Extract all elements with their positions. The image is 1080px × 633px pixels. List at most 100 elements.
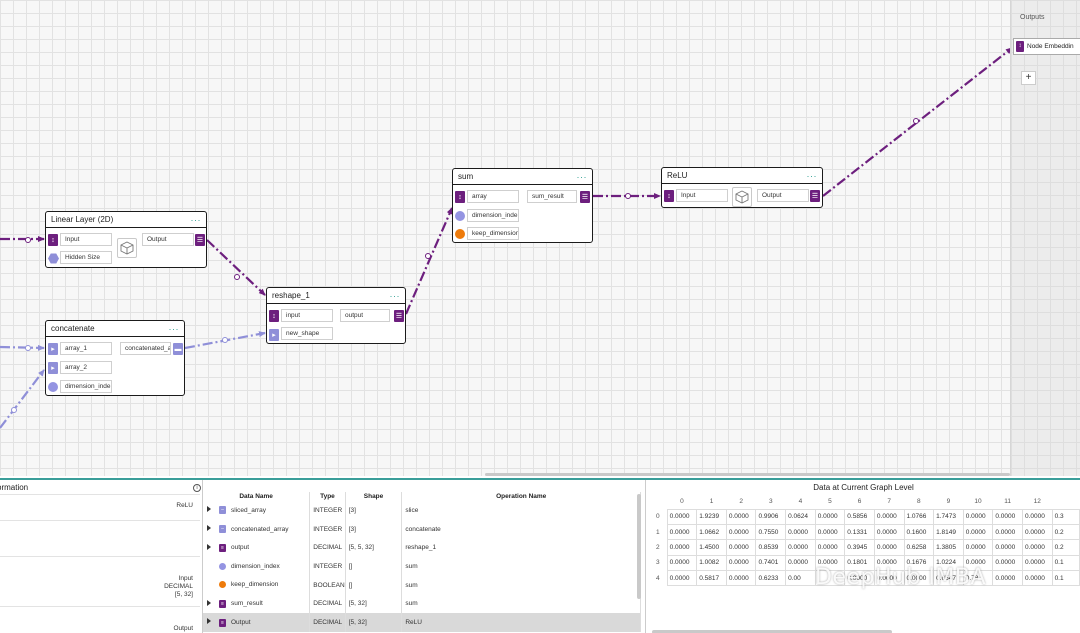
port-dimension-index[interactable]: dimension_inde [467,209,519,222]
column-header[interactable]: 11 [993,495,1023,509]
data-cell[interactable]: 0.0000 [873,539,905,556]
data-cell[interactable]: 0.0000 [666,508,698,525]
data-cell[interactable]: 0.0000 [814,523,846,541]
data-cell[interactable]: 0.0000 [992,508,1023,525]
data-cell[interactable]: 0.7550 [755,523,787,541]
port-array[interactable]: array [467,190,519,203]
data-cell[interactable]: 0.0624 [785,508,816,525]
column-header-operation[interactable]: Operation Name [401,492,641,501]
output-port-icon[interactable]: ☰ [580,191,590,203]
data-cell[interactable]: 0.0000 [814,539,846,556]
data-cell[interactable]: 0.0000 [725,539,757,556]
data-cell[interactable]: 0.0000 [1021,523,1053,541]
circle-port-icon[interactable] [455,211,465,221]
data-cell[interactable]: 0.0000 [873,508,905,525]
data-cell[interactable]: 0.0000 [725,523,757,541]
node-menu-icon[interactable]: ··· [807,171,818,180]
port-sum-result[interactable]: sum_result [527,190,577,203]
data-cell[interactable]: 0.0000 [992,523,1023,541]
add-output-button[interactable]: + [1021,71,1036,85]
data-cell[interactable]: 0.0000 [992,570,1023,587]
data-cell[interactable]: 0.2 [1051,523,1080,541]
column-header[interactable]: 10 [963,495,993,509]
port-input[interactable]: input [281,309,333,322]
node-menu-icon[interactable]: ··· [169,324,180,333]
data-cell[interactable]: 0.0000 [873,523,905,541]
node-menu-icon[interactable]: ··· [191,215,202,224]
port-output[interactable]: Output [142,233,194,246]
data-cell[interactable]: 0.0000 [666,523,698,541]
port-array-2[interactable]: array_2 [60,361,112,374]
port-hidden-size[interactable]: Hidden Size [60,251,112,264]
output-port-icon[interactable]: ↕ [1016,41,1024,52]
column-header[interactable]: 0 [667,495,697,509]
table-row[interactable]: ≡ output DECIMAL [5, 5, 32] reshape_1 [203,538,641,558]
data-cell[interactable]: 0.0000 [962,508,994,525]
table-row[interactable]: – sliced_array INTEGER [3] slice [203,501,641,520]
node-relu[interactable]: ReLU ··· ↕ Input Output ☰ [661,167,823,208]
column-header-shape[interactable]: Shape [345,492,403,501]
array-port-icon[interactable]: ▸ [48,343,58,355]
data-cell[interactable]: 0.0000 [725,508,757,525]
data-cell[interactable]: 1.4500 [696,539,727,556]
cube-icon[interactable] [732,187,752,207]
data-cell[interactable]: 0.0000 [962,539,994,556]
column-header[interactable]: 8 [904,495,934,509]
data-cell[interactable]: 0.0000 [992,554,1023,572]
data-cell[interactable]: 0.3945 [844,539,875,556]
data-cell[interactable]: 0.5856 [844,508,875,525]
port-input[interactable]: Input [60,233,112,246]
data-cell[interactable]: 0.0000 [1021,554,1053,572]
boolean-port-icon[interactable] [455,229,465,239]
data-cell[interactable]: 0.0000 [992,539,1023,556]
port-keep-dimension[interactable]: keep_dimension [467,227,519,240]
data-cell[interactable]: 0.0000 [785,554,816,572]
data-cell[interactable]: 0.0000 [1021,539,1053,556]
column-header[interactable] [1052,495,1079,509]
input-port-icon[interactable]: ↕ [48,234,58,246]
hexagon-port-icon[interactable] [48,253,59,264]
table-row[interactable]: keep_dimension BOOLEAN [] sum [203,575,641,595]
column-header[interactable]: 4 [786,495,816,509]
table-row[interactable]: – concatenated_array INTEGER [3] concaten… [203,519,641,539]
data-cell[interactable]: 1.8149 [933,523,964,541]
data-cell[interactable]: 1.7473 [933,508,964,525]
array-port-icon[interactable]: ▸ [48,362,58,374]
node-sum[interactable]: sum ··· ↕ array dimension_inde keep_dimen… [452,168,593,243]
node-concatenate[interactable]: concatenate ··· ▸ array_1 ▸ array_2 dimen… [45,320,185,396]
output-port-icon[interactable]: ☰ [810,190,820,202]
data-cell[interactable]: 0.1600 [903,523,935,541]
data-cell[interactable]: 0.0000 [814,508,846,525]
output-port-icon[interactable]: ☰ [394,310,404,322]
data-cell[interactable]: 0.6233 [755,570,787,587]
table-row[interactable]: dimension_index INTEGER [] sum [203,557,641,576]
column-header[interactable]: 12 [1022,495,1052,509]
data-cell[interactable]: 0.8539 [755,539,787,556]
node-linear-layer[interactable]: Linear Layer (2D) ··· ↕ Input Hidden Size… [45,211,207,268]
table-row-selected[interactable]: ≡ Output DECIMAL [5, 32] ReLU [203,613,641,632]
column-header[interactable]: 3 [756,495,786,509]
column-header[interactable]: 7 [874,495,904,509]
data-cell[interactable]: 1.3805 [933,539,964,556]
node-menu-icon[interactable]: ··· [390,291,401,300]
data-cell[interactable]: 0.2 [1051,539,1080,556]
table-row[interactable]: ≡ sum_result DECIMAL [5, 32] sum [203,594,641,614]
info-icon[interactable]: i [193,484,201,492]
expand-arrow-icon[interactable] [207,524,211,531]
column-header[interactable]: 6 [845,495,875,509]
port-new-shape[interactable]: new_shape [281,327,333,340]
column-header-data-name[interactable]: Data Name [203,492,311,501]
cube-icon[interactable] [117,238,137,258]
data-cell[interactable]: 0.3 [1051,508,1080,525]
expand-arrow-icon[interactable] [207,543,211,550]
column-header[interactable]: 5 [815,495,845,509]
data-cell[interactable]: 0.0000 [1021,508,1053,525]
data-cell[interactable]: 0.7401 [755,554,787,572]
port-input[interactable]: Input [676,189,728,202]
port-concatenated-array[interactable]: concatenated_a [120,342,171,355]
data-cell[interactable]: 0.1331 [844,523,875,541]
data-cell[interactable]: 1.0082 [696,554,727,572]
data-cell[interactable]: 0.5817 [696,570,727,587]
canvas-horizontal-scrollbar[interactable] [485,473,1010,476]
input-port-icon[interactable]: ↕ [455,191,465,203]
